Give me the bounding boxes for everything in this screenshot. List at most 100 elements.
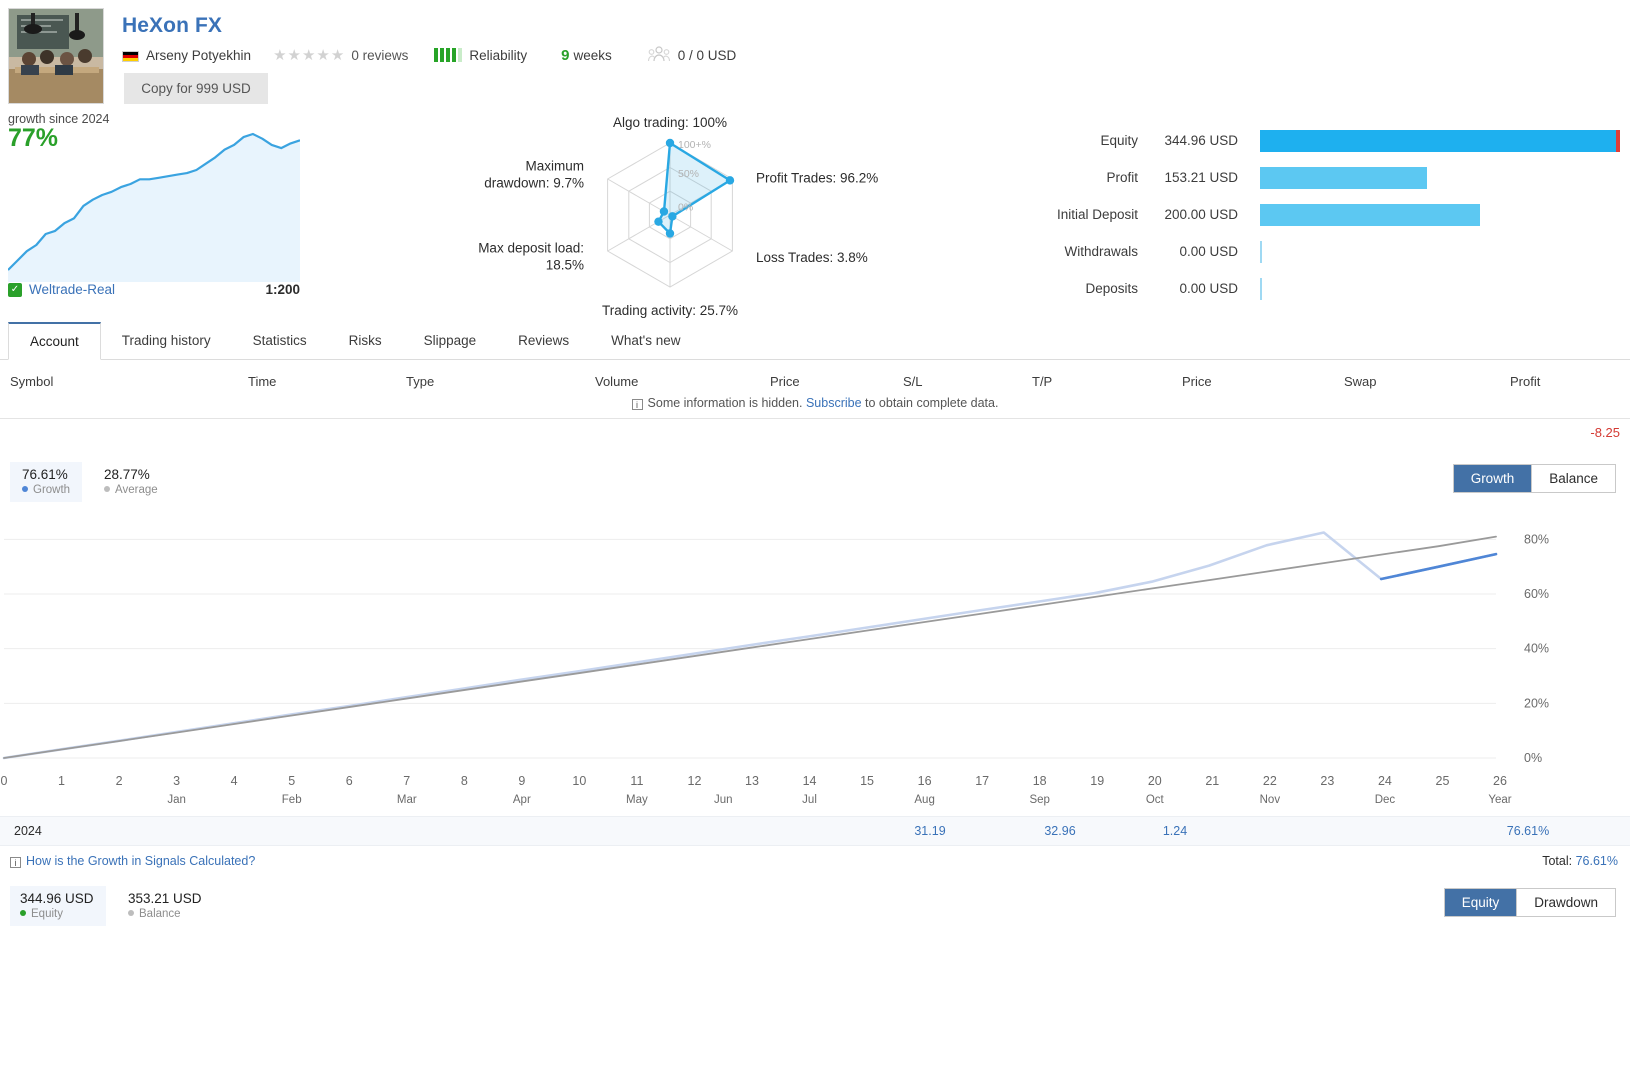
column-header[interactable]: Price — [1182, 374, 1212, 389]
stat-bar-area — [1260, 241, 1620, 263]
info-icon: i — [10, 857, 21, 868]
reliability-bar-empty — [458, 48, 463, 62]
legend-growth[interactable]: 76.61% Growth — [10, 462, 83, 502]
weeks-label: weeks — [573, 47, 612, 63]
chart-month-axis: Jan Feb Mar Apr May Jun Jul Aug Sep Oct Nov Dec Year — [0, 794, 1630, 816]
rating-stars[interactable]: ★★★★★ — [273, 46, 345, 64]
reliability-label: Reliability — [469, 47, 528, 63]
stat-row: Equity 344.96 USD — [1000, 122, 1630, 159]
growth-calc-link[interactable]: How is the Growth in Signals Calculated? — [26, 854, 255, 868]
stat-bar — [1260, 204, 1620, 226]
toggle-balance-button[interactable]: Balance — [1532, 465, 1615, 492]
signal-meta-row: Arseny Potyekhin ★★★★★ 0 reviews Reliabi… — [122, 45, 736, 65]
x-axis-tick: 10 — [572, 774, 587, 788]
legend-average[interactable]: 28.77% Average — [92, 462, 170, 502]
stat-bar — [1260, 278, 1620, 300]
legend-average-text: Average — [115, 484, 158, 496]
column-header[interactable]: Swap — [1344, 374, 1377, 389]
column-header[interactable]: Price — [770, 374, 800, 389]
stat-label: Profit — [1106, 170, 1138, 185]
month-tick: Apr — [512, 794, 531, 806]
radar-chart: 100+% 50% 0% Algo trading: 100% Profit Trade… — [455, 112, 885, 322]
toggle-drawdown-button[interactable]: Drawdown — [1517, 889, 1615, 916]
column-header[interactable]: Volume — [595, 374, 638, 389]
x-axis-tick: 6 — [345, 774, 353, 788]
germany-flag-icon — [122, 50, 139, 62]
x-axis-tick: 11 — [630, 774, 644, 788]
year-summary-row[interactable]: 2024 31.19 32.96 1.24 76.61% — [0, 816, 1630, 846]
subscribe-link[interactable]: Subscribe — [806, 396, 862, 410]
tab-account[interactable]: Account — [8, 322, 101, 360]
stat-row: Deposits 0.00 USD — [1000, 270, 1630, 307]
summary-profit: -8.25 — [1590, 425, 1620, 440]
column-header[interactable]: Time — [248, 374, 276, 389]
legend-equity[interactable]: 344.96 USD Equity — [10, 886, 106, 926]
legend-average-value: 28.77% — [104, 467, 150, 482]
svg-text:Maximum: Maximum — [525, 158, 584, 173]
tab-statistics[interactable]: Statistics — [232, 322, 328, 359]
tab-what-s-new[interactable]: What's new — [590, 322, 701, 359]
reliability-bar — [434, 48, 439, 62]
summary-section: growth since 2024 77% ✓ Weltrade-Real 1:… — [0, 112, 1630, 322]
tab-trading-history[interactable]: Trading history — [101, 322, 232, 359]
x-axis-tick: 24 — [1377, 774, 1392, 788]
x-axis-tick: 14 — [802, 774, 817, 788]
x-axis-tick: 17 — [975, 774, 990, 788]
copy-button[interactable]: Copy for 999 USD — [124, 73, 268, 104]
x-axis-tick: 1 — [58, 774, 66, 788]
year-month-value: 32.96 — [1044, 824, 1076, 838]
month-tick: Jan — [167, 794, 186, 806]
column-header[interactable]: Profit — [1510, 374, 1540, 389]
tab-slippage[interactable]: Slippage — [403, 322, 498, 359]
x-axis-tick: 21 — [1205, 774, 1220, 788]
tab-risks[interactable]: Risks — [328, 322, 403, 359]
chart-x-axis: 0 1 2 3 4 5 6 7 8 9 10 11 12 13 14 15 16 17 18 19 20 21 22 23 24… — [0, 774, 1630, 794]
legend-average-dot — [104, 486, 110, 492]
x-axis-tick: 23 — [1320, 774, 1335, 788]
stat-row: Profit 153.21 USD — [1000, 159, 1630, 196]
tab-reviews[interactable]: Reviews — [497, 322, 590, 359]
x-axis-tick: 20 — [1147, 774, 1162, 788]
legend-growth-dot — [22, 486, 28, 492]
broker-row: ✓ Weltrade-Real 1:200 — [8, 282, 300, 297]
stat-bar-area — [1260, 278, 1620, 300]
x-axis-tick: 26 — [1493, 774, 1507, 788]
column-header[interactable]: S/L — [903, 374, 923, 389]
signal-title: HeXon FX — [122, 14, 222, 37]
svg-text:18.5%: 18.5% — [546, 257, 584, 272]
account-stats: Equity 344.96 USD Profit 153.21 USD Init… — [1000, 122, 1630, 307]
subscribers-value: 0 / 0 USD — [677, 47, 737, 63]
svg-text:Max deposit load:: Max deposit load: — [478, 240, 584, 255]
x-axis-tick: 0 — [0, 774, 8, 788]
toggle-growth-button[interactable]: Growth — [1453, 465, 1533, 492]
reviews-count[interactable]: 0 reviews — [351, 48, 408, 63]
growth-chart-section: 76.61% Growth 28.77% Average Growth Bala… — [0, 462, 1630, 880]
reliability-bar — [452, 48, 457, 62]
x-axis-tick: 8 — [460, 774, 468, 788]
column-header[interactable]: T/P — [1032, 374, 1052, 389]
reliability-bar — [446, 48, 451, 62]
column-header[interactable]: Symbol — [10, 374, 53, 389]
month-tick: Nov — [1259, 794, 1281, 806]
growth-chart-plot: 0% 20% 40% 60% 80% — [0, 504, 1630, 774]
legend-balance[interactable]: 353.21 USD Balance — [118, 886, 214, 926]
legend-growth-label: Growth — [22, 484, 70, 496]
month-tick: Feb — [281, 794, 302, 806]
stat-value: 0.00 USD — [1179, 244, 1238, 259]
sparkline-chart — [7, 120, 301, 282]
legend-equity-dot — [20, 910, 26, 916]
stat-bar — [1260, 167, 1620, 189]
x-axis-tick: 16 — [917, 774, 932, 788]
stat-bar-positive — [1260, 241, 1262, 263]
legend-balance-text: Balance — [139, 908, 181, 920]
svg-text:Algo trading: 100%: Algo trading: 100% — [613, 115, 727, 130]
column-header[interactable]: Type — [406, 374, 434, 389]
x-axis-tick: 25 — [1435, 774, 1450, 788]
table-summary-row: -8.25 — [0, 418, 1630, 448]
stat-value: 344.96 USD — [1164, 133, 1238, 148]
toggle-equity-button[interactable]: Equity — [1444, 889, 1518, 916]
verified-check-icon: ✓ — [8, 282, 22, 297]
broker-name[interactable]: Weltrade-Real — [29, 282, 115, 297]
author-name[interactable]: Arseny Potyekhin — [146, 48, 251, 63]
x-axis-tick: 12 — [687, 774, 702, 788]
